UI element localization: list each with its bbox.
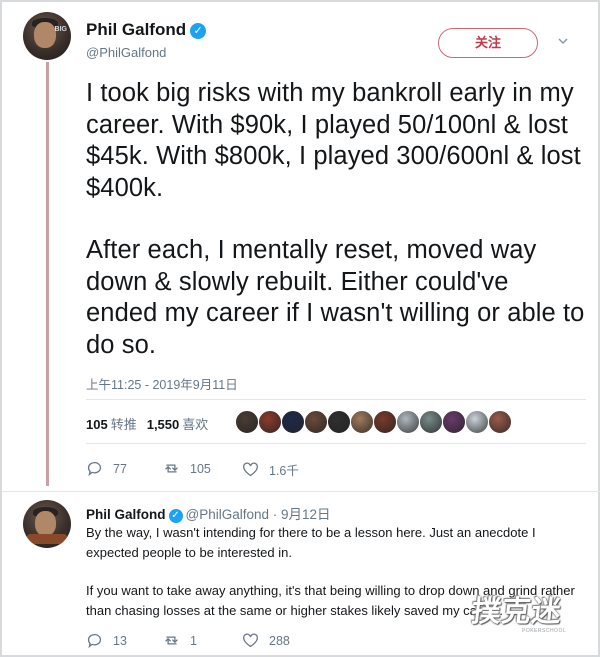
author-handle[interactable]: @PhilGalfond — [86, 45, 166, 60]
retweet-icon — [165, 636, 178, 645]
tweet-card: BIG Phil Galfond ✓ @PhilGalfond 关注 I took… — [0, 0, 600, 657]
author-name-text[interactable]: Phil Galfond — [86, 20, 186, 39]
reply-handle-date[interactable]: @PhilGalfond · 9月12日 — [186, 507, 331, 522]
retweet-count: 1 — [190, 633, 197, 648]
liker-avatar[interactable] — [465, 410, 489, 434]
heart-icon — [243, 462, 258, 477]
tweet-timestamp[interactable]: 上午11:25 - 2019年9月11日 — [86, 374, 238, 393]
retweet-count: 105 — [190, 461, 211, 476]
watermark-text: 撲克迷 — [470, 596, 564, 628]
follow-button[interactable]: 关注 — [438, 28, 538, 58]
liker-avatar[interactable] — [488, 410, 512, 434]
like-action[interactable]: 288 — [242, 632, 290, 649]
like-count[interactable]: 1,550 — [147, 417, 180, 432]
divider — [86, 443, 586, 444]
engagement-stats: 105 转推 1,550 喜欢 — [86, 414, 218, 433]
liker-avatar[interactable] — [396, 410, 420, 434]
tweet-paragraph: After each, I mentally reset, moved way … — [86, 236, 585, 359]
reply-author-name[interactable]: Phil Galfond — [86, 507, 166, 522]
reply-header: Phil Galfond ✓ @PhilGalfond · 9月12日 — [86, 503, 331, 523]
retweet-count[interactable]: 105 — [86, 417, 108, 432]
tweet-paragraph: I took big risks with my bankroll early … — [86, 79, 581, 202]
author-name[interactable]: Phil Galfond ✓ — [86, 20, 207, 40]
liker-avatar[interactable] — [304, 410, 328, 434]
reply-action[interactable]: 13 — [86, 632, 127, 649]
retweet-action[interactable]: 1 — [163, 632, 197, 649]
chevron-down-icon[interactable] — [558, 36, 568, 46]
divider — [86, 399, 586, 400]
reply-icon — [87, 633, 102, 649]
retweet-count-label[interactable]: 转推 — [111, 417, 137, 432]
liker-avatar[interactable] — [373, 410, 397, 434]
liker-avatar[interactable] — [350, 410, 374, 434]
tweet-text: I took big risks with my bankroll early … — [86, 78, 586, 392]
verified-badge-icon: ✓ — [190, 23, 207, 39]
liker-avatar[interactable] — [442, 410, 466, 434]
liker-avatar[interactable] — [419, 410, 443, 434]
liker-avatar[interactable] — [235, 410, 259, 434]
author-avatar[interactable]: BIG — [23, 12, 71, 60]
liker-avatar[interactable] — [258, 410, 282, 434]
liker-avatar[interactable] — [327, 410, 351, 434]
like-count: 1.6千 — [269, 464, 299, 478]
heart-icon — [243, 633, 258, 648]
watermark-subtext: POKERSCHOOL — [522, 628, 567, 634]
retweet-icon — [165, 464, 178, 473]
reply-icon — [87, 461, 102, 477]
liker-avatar[interactable] — [281, 410, 305, 434]
reply-paragraph: By the way, I wasn't intending for there… — [86, 525, 536, 560]
like-action[interactable]: 1.6千 — [242, 460, 299, 479]
reply-action[interactable]: 77 — [86, 460, 127, 477]
reply-author-avatar[interactable] — [23, 500, 71, 548]
retweet-action[interactable]: 105 — [163, 460, 211, 477]
thread-connector-line — [46, 62, 49, 486]
reply-count: 13 — [113, 633, 127, 648]
reply-count: 77 — [113, 461, 127, 476]
verified-badge-icon: ✓ — [168, 509, 183, 523]
like-count: 288 — [269, 633, 290, 648]
watermark-logo: 撲克迷 POKERSCHOOL — [470, 588, 590, 644]
divider — [2, 491, 600, 492]
like-count-label[interactable]: 喜欢 — [182, 417, 208, 432]
